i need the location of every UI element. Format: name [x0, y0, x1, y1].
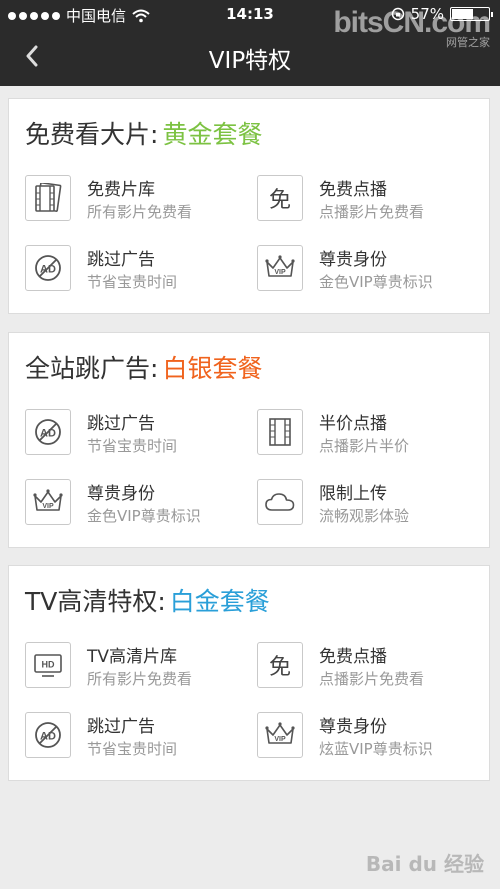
- feature-title: 跳过广告: [87, 414, 155, 434]
- feature-item: 限制上传流畅观影体验: [257, 479, 487, 535]
- feature-item: 免 免费点播点播影片免费看: [257, 642, 487, 698]
- ad-skip-icon: AD: [25, 409, 71, 455]
- svg-text:VIP: VIP: [274, 269, 286, 276]
- feature-title: 免费点播: [319, 180, 387, 200]
- ad-skip-icon: AD: [25, 712, 71, 758]
- icon-glyph: 免: [268, 655, 291, 680]
- feature-subtitle: 金色VIP尊贵标识: [319, 273, 433, 291]
- feature-subtitle: 炫蓝VIP尊贵标识: [319, 740, 433, 758]
- feature-subtitle: 节省宝贵时间: [87, 740, 178, 758]
- feature-subtitle: 节省宝贵时间: [87, 273, 178, 291]
- feature-item: AD 跳过广告节省宝贵时间: [25, 712, 255, 768]
- feature-subtitle: 所有影片免费看: [87, 670, 193, 688]
- film-library-icon: [25, 175, 71, 221]
- baidu-watermark: Bai du 经验: [365, 852, 484, 876]
- free-icon: 免: [257, 642, 303, 688]
- package-card: 全站跳广告: 白银套餐 AD 跳过广告节省宝贵时间 半价点播点播影片半价 VIP 尊贵身份金…: [8, 332, 490, 548]
- svg-text:HD: HD: [42, 660, 55, 670]
- feature-title: 尊贵身份: [319, 717, 387, 737]
- nav-bar: VIP特权: [0, 28, 500, 86]
- package-title: TV高清特权: 白金套餐: [25, 582, 270, 618]
- feature-item: VIP 尊贵身份金色VIP尊贵标识: [25, 479, 255, 535]
- feature-title: 尊贵身份: [87, 484, 155, 504]
- feature-item: 免 免费点播点播影片免费看: [257, 175, 487, 231]
- feature-item: VIP 尊贵身份金色VIP尊贵标识: [257, 245, 487, 301]
- feature-title: 半价点播: [319, 414, 387, 434]
- ad-skip-icon: AD: [25, 245, 71, 291]
- feature-title: 跳过广告: [87, 250, 155, 270]
- feature-subtitle: 节省宝贵时间: [87, 437, 178, 455]
- feature-item: 免费片库所有影片免费看: [25, 175, 255, 231]
- package-title-label: 免费看大片:: [25, 120, 159, 149]
- package-title: 免费看大片: 黄金套餐: [25, 115, 262, 151]
- page-title: VIP特权: [208, 48, 292, 74]
- feature-subtitle: 点播影片免费看: [319, 203, 425, 221]
- vip-crown-icon: VIP: [257, 712, 303, 758]
- svg-text:VIP: VIP: [274, 736, 286, 743]
- feature-subtitle: 所有影片免费看: [87, 203, 193, 221]
- feature-item: 半价点播点播影片半价: [257, 409, 487, 465]
- feature-item: VIP 尊贵身份炫蓝VIP尊贵标识: [257, 712, 487, 768]
- package-tier-name: 白金套餐: [169, 587, 270, 616]
- feature-title: TV高清片库: [87, 647, 178, 667]
- cloud-icon: [257, 479, 303, 525]
- package-tier-name: 黄金套餐: [162, 120, 263, 149]
- top-bar: 中国电信 14:13 57% bitsCN.com 网管之家 VIP特权: [0, 0, 500, 86]
- feature-subtitle: 流畅观影体验: [319, 507, 410, 525]
- feature-subtitle: 点播影片免费看: [319, 670, 425, 688]
- feature-title: 跳过广告: [87, 717, 155, 737]
- feature-title: 限制上传: [319, 484, 387, 504]
- feature-title: 免费片库: [87, 180, 155, 200]
- package-title: 全站跳广告: 白银套餐: [25, 349, 262, 385]
- package-title-label: 全站跳广告:: [25, 354, 159, 383]
- package-title-label: TV高清特权:: [25, 587, 166, 616]
- feature-item: HD TV高清片库 所有影片免费看: [25, 642, 255, 698]
- hd-tv-icon: HD: [25, 642, 71, 688]
- icon-glyph: 免: [268, 188, 291, 213]
- package-tier-name: 白银套餐: [162, 354, 263, 383]
- package-card: 免费看大片: 黄金套餐 免费片库 所有影片免费看免免费点播 点播影片免费看 AD 跳过广告节…: [8, 98, 490, 314]
- feature-subtitle: 点播影片半价: [319, 437, 410, 455]
- feature-title: 免费点播: [319, 647, 387, 667]
- feature-subtitle: 金色VIP尊贵标识: [87, 507, 201, 525]
- free-icon: 免: [257, 175, 303, 221]
- svg-text:VIP: VIP: [42, 503, 54, 510]
- film-strip-icon: [257, 409, 303, 455]
- feature-title: 尊贵身份: [319, 250, 387, 270]
- package-card: TV高清特权: 白金套餐 HD TV高清片库 所有影片免费看 免 免费点播点播影片免费看 AD…: [8, 565, 490, 781]
- feature-item: AD 跳过广告节省宝贵时间: [25, 409, 255, 465]
- feature-item: AD 跳过广告节省宝贵时间: [25, 245, 255, 301]
- vip-crown-icon: VIP: [25, 479, 71, 525]
- vip-crown-icon: VIP: [257, 245, 303, 291]
